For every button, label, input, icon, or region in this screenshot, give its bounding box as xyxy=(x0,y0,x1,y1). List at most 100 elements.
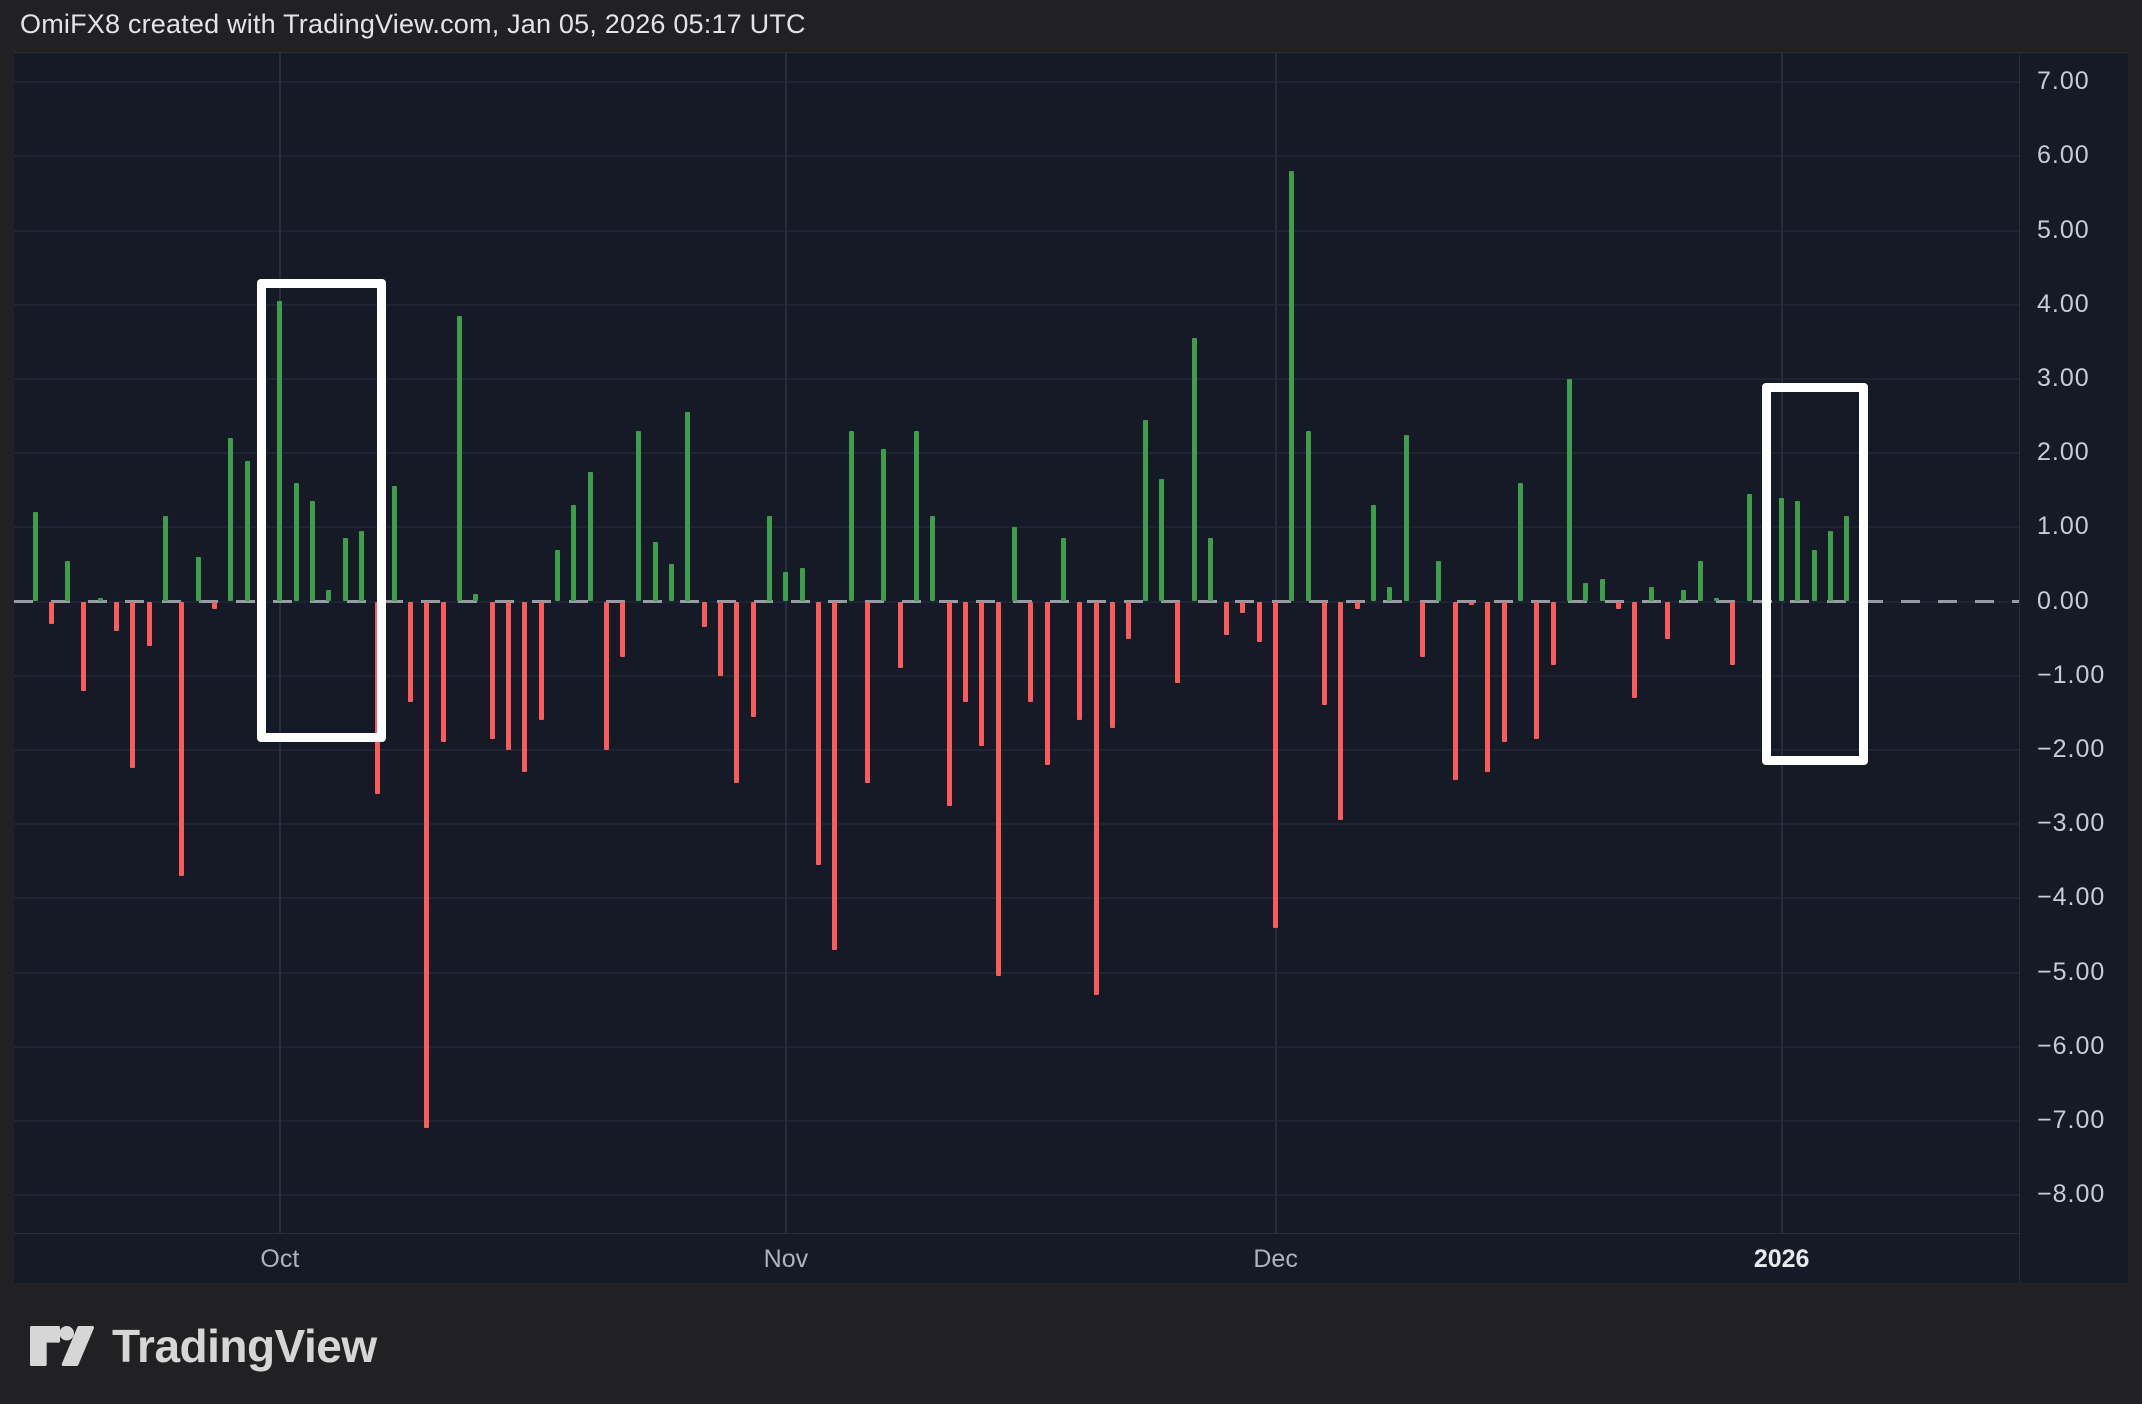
bar-down xyxy=(963,602,968,702)
bar-down xyxy=(212,602,217,609)
bar-up xyxy=(1387,587,1392,602)
bar-up xyxy=(685,412,690,601)
bar-up xyxy=(1600,579,1605,601)
time-axis-label: Nov xyxy=(764,1245,808,1274)
bar-down xyxy=(1045,602,1050,765)
bar-down xyxy=(506,602,511,750)
highlight-box[interactable] xyxy=(1762,383,1868,765)
bar-down xyxy=(1240,602,1245,613)
price-axis-label: 5.00 xyxy=(2037,216,2090,245)
bar-down xyxy=(1257,602,1262,643)
gridline-horizontal xyxy=(14,81,2019,83)
bar-up xyxy=(1583,583,1588,602)
bar-down xyxy=(979,602,984,747)
bar-up xyxy=(881,449,886,601)
bar-down xyxy=(718,602,723,676)
bar-up xyxy=(1192,338,1197,601)
bar-up xyxy=(1714,598,1719,602)
bar-up xyxy=(1306,431,1311,602)
tradingview-logo-mark-icon xyxy=(30,1322,94,1370)
page-frame: OmiFX8 created with TradingView.com, Jan… xyxy=(0,0,2142,1404)
bar-up xyxy=(571,505,576,601)
bar-down xyxy=(114,602,119,632)
bar-down xyxy=(702,602,707,628)
bar-up xyxy=(1143,420,1148,602)
bar-down xyxy=(1322,602,1327,706)
price-axis[interactable]: 7.006.005.004.003.002.001.000.00−1.00−2.… xyxy=(2019,53,2128,1284)
bar-up xyxy=(1567,379,1572,602)
footer: TradingView xyxy=(0,1283,2142,1404)
bar-up xyxy=(1518,483,1523,602)
bar-down xyxy=(1338,602,1343,821)
time-axis-label: 2026 xyxy=(1754,1245,1810,1274)
brand-name: TradingView xyxy=(112,1319,377,1373)
bar-down xyxy=(1224,602,1229,635)
bar-down xyxy=(424,602,429,1129)
chart-header: OmiFX8 created with TradingView.com, Jan… xyxy=(0,0,2142,52)
bar-down xyxy=(130,602,135,769)
bar-up xyxy=(196,557,201,602)
bar-down xyxy=(1616,602,1621,609)
chart-title: OmiFX8 created with TradingView.com, Jan… xyxy=(20,9,806,40)
bar-up xyxy=(636,431,641,602)
bar-down xyxy=(620,602,625,658)
tradingview-logo[interactable]: TradingView xyxy=(30,1319,377,1373)
bar-down xyxy=(1469,602,1474,606)
price-axis-label: −3.00 xyxy=(2037,809,2105,838)
bar-up xyxy=(1747,494,1752,602)
bar-up xyxy=(1371,505,1376,601)
bar-down xyxy=(522,602,527,773)
bar-down xyxy=(816,602,821,865)
bar-down xyxy=(1420,602,1425,658)
time-axis[interactable]: Oct Nov Dec 2026 xyxy=(14,1233,2019,1284)
bar-down xyxy=(49,602,54,624)
bar-down xyxy=(1551,602,1556,665)
bar-up xyxy=(98,598,103,602)
bar-up xyxy=(555,550,560,602)
gridline-horizontal xyxy=(14,1046,2019,1048)
bar-down xyxy=(1632,602,1637,698)
chart-widget: 7.006.005.004.003.002.001.000.00−1.00−2.… xyxy=(14,52,2128,1283)
bar-down xyxy=(1453,602,1458,780)
bar-down xyxy=(1175,602,1180,684)
time-axis-label: Dec xyxy=(1253,1245,1297,1274)
bar-up xyxy=(1012,527,1017,601)
bar-up xyxy=(457,316,462,602)
bar-up xyxy=(473,594,478,601)
highlight-box[interactable] xyxy=(257,279,386,743)
bar-up xyxy=(1208,538,1213,601)
bar-up xyxy=(914,431,919,602)
bar-up xyxy=(588,472,593,602)
time-axis-label: Oct xyxy=(260,1245,299,1274)
price-axis-label: 3.00 xyxy=(2037,364,2090,393)
bar-down xyxy=(947,602,952,806)
bar-up xyxy=(767,516,772,601)
price-axis-label: 6.00 xyxy=(2037,141,2090,170)
bar-up xyxy=(65,561,70,602)
bar-up xyxy=(783,572,788,602)
gridline-month xyxy=(785,53,787,1233)
bar-down xyxy=(604,602,609,750)
price-axis-label: 4.00 xyxy=(2037,290,2090,319)
bar-up xyxy=(653,542,658,601)
price-axis-label: −2.00 xyxy=(2037,735,2105,764)
gridline-horizontal xyxy=(14,823,2019,825)
price-axis-label: 2.00 xyxy=(2037,438,2090,467)
bar-up xyxy=(1159,479,1164,601)
bar-up xyxy=(800,568,805,601)
gridline-horizontal xyxy=(14,749,2019,751)
gridline-horizontal xyxy=(14,155,2019,157)
bar-down xyxy=(1077,602,1082,721)
bar-up xyxy=(1681,590,1686,601)
bar-down xyxy=(1355,602,1360,609)
bar-down xyxy=(1730,602,1735,665)
bar-up xyxy=(1061,538,1066,601)
chart-pane[interactable] xyxy=(14,53,2019,1233)
bar-down xyxy=(1534,602,1539,739)
bar-up xyxy=(1649,587,1654,602)
price-axis-label: −5.00 xyxy=(2037,958,2105,987)
bar-down xyxy=(996,602,1001,977)
price-axis-label: −4.00 xyxy=(2037,883,2105,912)
bar-down xyxy=(832,602,837,951)
bar-down xyxy=(734,602,739,784)
